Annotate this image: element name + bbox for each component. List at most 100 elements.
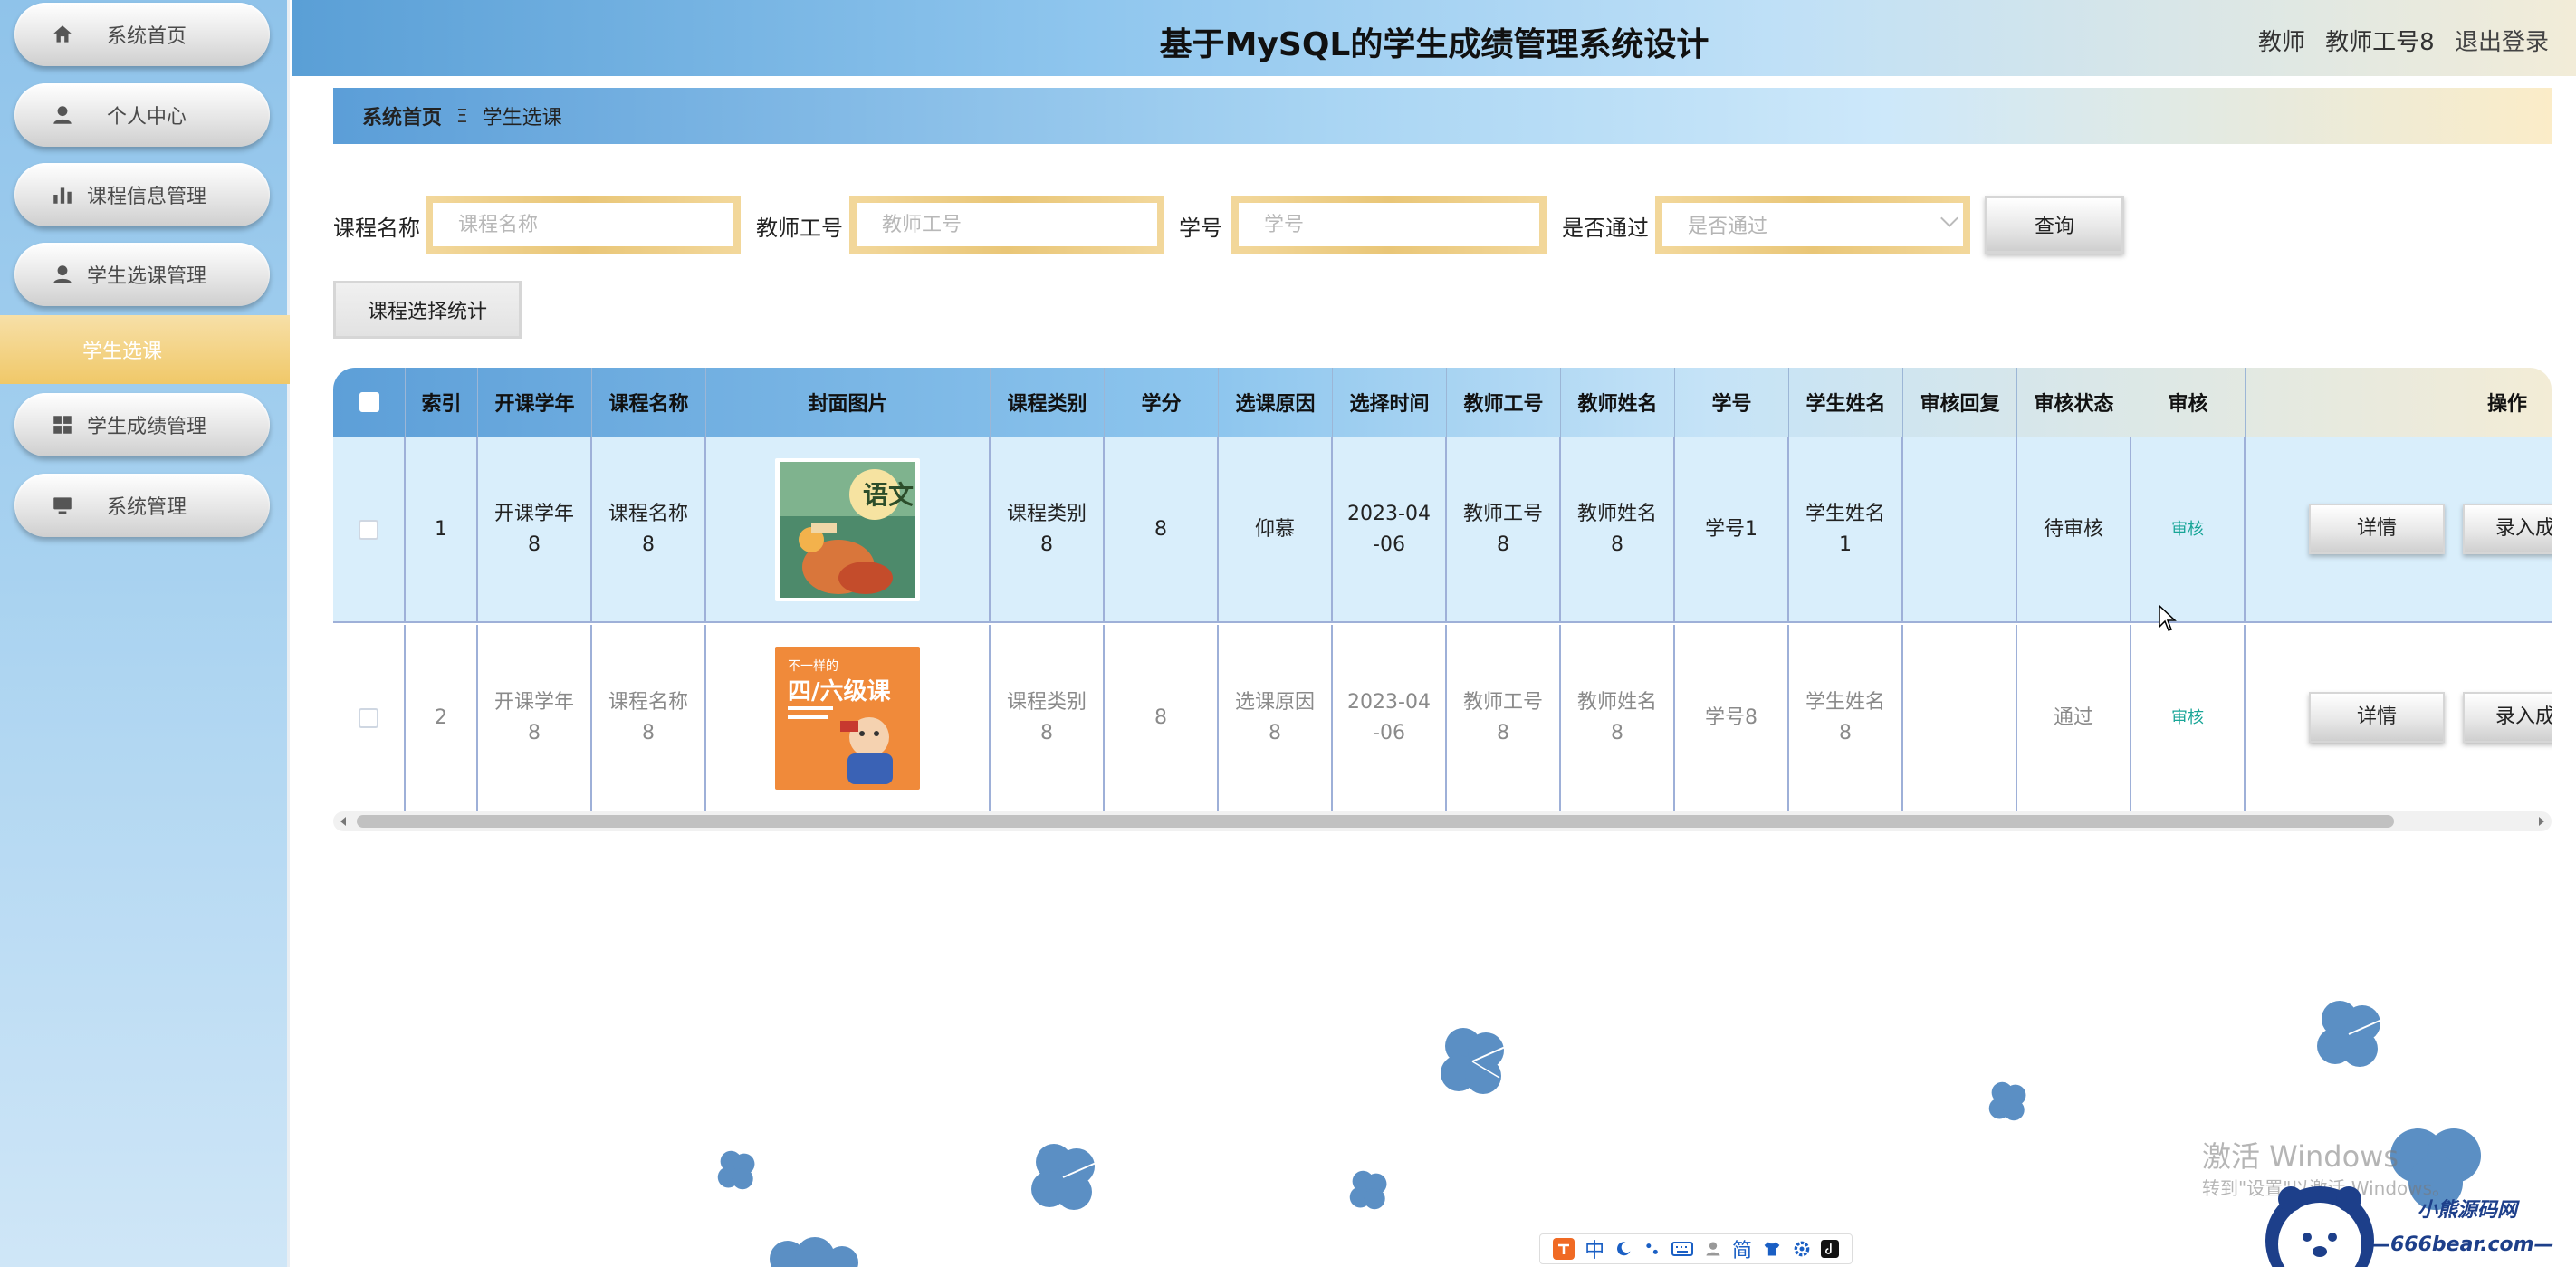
cell-student-id: 学号8 (1675, 625, 1789, 811)
breadcrumb: 系统首页 Ξ 学生选课 (333, 88, 2552, 144)
student-id-label: 学号 (1179, 216, 1222, 241)
cell-category: 课程类别 8 (991, 437, 1105, 623)
enter-grade-button[interactable]: 录入成绩 (2463, 692, 2552, 743)
table-row: 1 开课学年 8 课程名称 8 语文 课程类别 8 8 仰慕 2023-04 -… (333, 437, 2552, 623)
grid-icon (53, 416, 72, 434)
th-index: 索引 (406, 368, 478, 437)
cell-student-name: 学生姓名 1 (1789, 437, 1903, 623)
audit-link[interactable]: 审核 (2171, 705, 2204, 731)
th-credit: 学分 (1105, 368, 1219, 437)
moon-icon[interactable] (1614, 1240, 1633, 1258)
student-id-input[interactable] (1231, 196, 1547, 254)
user-area: 教师 教师工号8 退出登录 (2246, 24, 2549, 57)
keyboard-icon[interactable] (1671, 1240, 1694, 1258)
mouse-cursor-icon (2159, 605, 2177, 631)
sidebar-item-system[interactable]: 系统管理 (14, 474, 270, 537)
cell-reply (1903, 437, 2017, 623)
cell-teacher-id: 教师工号 8 (1447, 625, 1561, 811)
cell-student-id: 学号1 (1675, 437, 1789, 623)
sidebar-item-course-info[interactable]: 课程信息管理 (14, 163, 270, 226)
cover-image[interactable]: 语文 (775, 458, 920, 601)
user-icon[interactable] (1704, 1240, 1722, 1258)
breadcrumb-separator: Ξ (456, 105, 468, 127)
th-cover: 封面图片 (706, 368, 991, 437)
scrollbar-thumb[interactable] (357, 815, 2394, 828)
skin-shirt-icon[interactable] (1762, 1240, 1782, 1258)
th-teacher-name: 教师姓名 (1561, 368, 1675, 437)
teacher-id-input[interactable] (849, 196, 1164, 254)
cover-title: 语文 (863, 480, 914, 510)
sidebar-subitem-label: 学生选课 (81, 341, 162, 363)
cell-operations: 详情 录入成绩 (2246, 437, 2552, 623)
detail-button[interactable]: 详情 (2309, 504, 2445, 554)
scroll-left-icon[interactable] (340, 817, 346, 826)
cell-credit: 8 (1105, 437, 1219, 623)
cell-operations: 详情 录入成绩 (2246, 625, 2552, 811)
sidebar-item-home[interactable]: 系统首页 (14, 3, 270, 66)
user-name: 教师工号8 (2325, 29, 2435, 56)
table-row: 2 开课学年 8 课程名称 8 不一样的 四/六级课 课程类别 8 8 选课原因… (333, 625, 2552, 811)
ime-logo-icon[interactable] (1552, 1238, 1575, 1260)
th-select-all (333, 368, 406, 437)
ime-simplified-mode[interactable]: 简 (1732, 1234, 1752, 1263)
tiktok-icon[interactable] (1821, 1240, 1840, 1258)
enter-grade-button[interactable]: 录入成绩 (2463, 504, 2552, 554)
selection-table: 索引 开课学年 课程名称 封面图片 课程类别 学分 选课原因 选择时间 教师工号… (333, 368, 2552, 833)
cell-status: 待审核 (2017, 437, 2131, 623)
punctuation-icon[interactable] (1643, 1240, 1661, 1258)
cell-teacher-name: 教师姓名 8 (1561, 625, 1675, 811)
select-all-checkbox[interactable] (359, 392, 379, 412)
th-reason: 选课原因 (1219, 368, 1333, 437)
logout-link[interactable]: 退出登录 (2455, 29, 2549, 56)
ime-chinese-mode[interactable]: 中 (1585, 1234, 1604, 1263)
course-stats-button[interactable]: 课程选择统计 (333, 281, 522, 339)
audit-link[interactable]: 审核 (2171, 517, 2204, 542)
cell-audit: 审核 (2131, 625, 2246, 811)
cell-student-name: 学生姓名 8 (1789, 625, 1903, 811)
brand-name: 小熊源码网 (2418, 1199, 2518, 1222)
row-checkbox[interactable] (359, 708, 378, 728)
page-title: 基于MySQL的学生成绩管理系统设计 (1159, 26, 1709, 63)
th-course-name: 课程名称 (592, 368, 706, 437)
sidebar-item-profile[interactable]: 个人中心 (14, 83, 270, 147)
scroll-right-icon[interactable] (2539, 817, 2544, 826)
cell-reason: 选课原因 8 (1219, 625, 1333, 811)
flower-decoration-icon (717, 1150, 755, 1190)
flower-decoration-icon (1988, 1081, 2026, 1121)
cell-time: 2023-04 -06 (1333, 437, 1447, 623)
breadcrumb-current: 学生选课 (482, 107, 562, 130)
th-category: 课程类别 (991, 368, 1105, 437)
th-status: 审核状态 (2017, 368, 2131, 437)
flower-decoration-icon (1031, 1144, 1109, 1210)
flower-decoration-icon (2317, 1001, 2395, 1067)
cell-cover: 不一样的 四/六级课 (706, 625, 991, 811)
teacher-id-label: 教师工号 (756, 216, 843, 241)
detail-button[interactable]: 详情 (2309, 692, 2445, 743)
ime-toolbar[interactable]: 中 简 (1539, 1233, 1853, 1264)
sidebar-item-grades[interactable]: 学生成绩管理 (14, 393, 270, 456)
breadcrumb-home[interactable]: 系统首页 (362, 101, 442, 130)
row-checkbox[interactable] (359, 520, 378, 540)
course-name-input[interactable] (426, 196, 741, 254)
th-operations: 操作 (2486, 393, 2527, 416)
th-reply: 审核回复 (1903, 368, 2017, 437)
row-checkbox-cell (333, 437, 406, 623)
monitor-icon (53, 497, 72, 514)
sidebar-subitem-student-selection[interactable]: 学生选课 (0, 315, 290, 384)
gear-icon[interactable] (1793, 1240, 1811, 1258)
cell-time: 2023-04 -06 (1333, 625, 1447, 811)
sidebar-item-course-selection[interactable]: 学生选课管理 (14, 243, 270, 306)
th-student-id: 学号 (1675, 368, 1789, 437)
bar-chart-icon (53, 187, 72, 204)
sidebar: 系统首页 个人中心 课程信息管理 学生选课管理 学生选课 学生成绩管理 系统管理 (0, 0, 290, 1267)
cell-credit: 8 (1105, 625, 1219, 811)
query-button[interactable]: 查询 (1985, 196, 2124, 254)
cell-reply (1903, 625, 2017, 811)
passed-select-display[interactable]: 是否通过 (1655, 196, 1970, 254)
cover-title: 四/六级课 (788, 677, 891, 705)
cell-audit: 审核 (2131, 437, 2246, 623)
cover-subtitle: 不一样的 (788, 659, 838, 674)
passed-select[interactable]: 是否通过 (1655, 196, 1970, 254)
cover-image[interactable]: 不一样的 四/六级课 (775, 647, 920, 790)
horizontal-scrollbar[interactable] (333, 811, 2552, 831)
